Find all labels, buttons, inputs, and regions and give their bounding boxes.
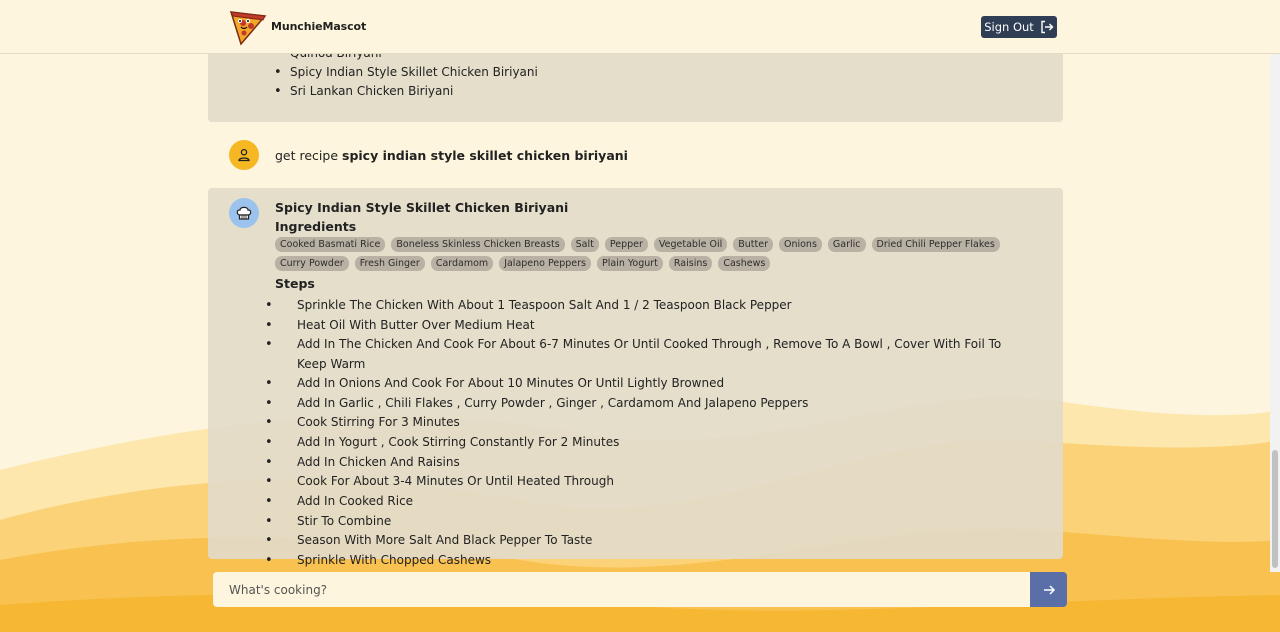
- ingredient-tag: Boneless Skinless Chicken Breasts: [391, 237, 565, 252]
- steps-heading: Steps: [275, 276, 315, 291]
- step-item: Add In Cooked Rice: [281, 492, 1021, 512]
- bot-avatar: [229, 198, 259, 228]
- chat-input[interactable]: [213, 572, 1030, 607]
- chef-hat-icon: [236, 206, 252, 220]
- app-logo[interactable]: MunchieMascot: [227, 6, 366, 46]
- step-item: Add In Onions And Cook For About 10 Minu…: [281, 374, 1021, 394]
- step-item: Cook For About 3-4 Minutes Or Until Heat…: [281, 472, 1021, 492]
- arrow-right-icon: [1043, 584, 1055, 595]
- sign-out-icon: [1041, 20, 1054, 34]
- ingredient-tag: Vegetable Oil: [653, 237, 728, 252]
- ingredients-heading: Ingredients: [275, 219, 357, 234]
- ingredient-tag: Fresh Ginger: [354, 256, 425, 271]
- step-item: Cook Stirring For 3 Minutes: [281, 413, 1021, 433]
- step-item: Add In Yogurt , Cook Stirring Constantly…: [281, 433, 1021, 453]
- step-item: Season With More Salt And Black Pepper T…: [281, 531, 1021, 551]
- ingredient-tag: Plain Yogurt: [597, 256, 663, 271]
- ingredient-tag: Butter: [733, 237, 773, 252]
- user-avatar: [229, 140, 259, 170]
- user-message-prefix: get recipe: [275, 147, 342, 163]
- user-message-text: get recipe spicy indian style skillet ch…: [275, 148, 628, 163]
- user-message-query: spicy indian style skillet chicken biriy…: [342, 147, 628, 163]
- scrollbar[interactable]: [1270, 54, 1280, 572]
- ingredient-tag: Cardamom: [430, 256, 494, 271]
- chat-area[interactable]: Quinoa Biriyani Spicy Indian Style Skill…: [0, 54, 1270, 572]
- previous-results-list: Quinoa Biriyani Spicy Indian Style Skill…: [274, 54, 538, 101]
- step-item: Sprinkle The Chicken With About 1 Teaspo…: [281, 296, 1021, 316]
- user-message: get recipe spicy indian style skillet ch…: [229, 140, 628, 170]
- ingredient-tag: Pepper: [604, 237, 648, 252]
- previous-results-card: Quinoa Biriyani Spicy Indian Style Skill…: [208, 54, 1063, 122]
- step-item: Heat Oil With Butter Over Medium Heat: [281, 316, 1021, 336]
- pizza-mascot-icon: [229, 11, 267, 46]
- ingredient-tag: Curry Powder: [275, 256, 349, 271]
- top-header: MunchieMascot Sign Out: [0, 0, 1280, 54]
- scrollbar-thumb[interactable]: [1272, 450, 1278, 568]
- ingredient-tag: Dried Chili Pepper Flakes: [871, 237, 1000, 252]
- ingredient-tag: Cooked Basmati Rice: [275, 237, 386, 252]
- app-name: MunchieMascot: [271, 19, 367, 33]
- ingredient-tag: Jalapeno Peppers: [499, 256, 591, 271]
- sign-out-label: Sign Out: [984, 20, 1034, 34]
- list-item: Sri Lankan Chicken Biriyani: [274, 82, 538, 101]
- step-item: Add In Chicken And Raisins: [281, 453, 1021, 473]
- step-item: Sprinkle With Chopped Cashews: [281, 551, 1021, 571]
- step-item: Add In Garlic , Chili Flakes , Curry Pow…: [281, 394, 1021, 414]
- list-item: Quinoa Biriyani: [274, 54, 538, 63]
- ingredient-tag: Salt: [570, 237, 599, 252]
- step-item: Add In The Chicken And Cook For About 6-…: [281, 335, 1021, 373]
- user-icon: [238, 148, 250, 162]
- sign-out-button[interactable]: Sign Out: [981, 16, 1057, 38]
- ingredient-tag: Onions: [778, 237, 822, 252]
- recipe-body: Spicy Indian Style Skillet Chicken Biriy…: [275, 200, 1045, 571]
- list-item: Spicy Indian Style Skillet Chicken Biriy…: [274, 63, 538, 82]
- ingredient-tag: Raisins: [668, 256, 713, 271]
- ingredient-tag: Cashews: [718, 256, 771, 271]
- recipe-card: Spicy Indian Style Skillet Chicken Biriy…: [208, 188, 1063, 567]
- send-button[interactable]: [1030, 572, 1067, 607]
- ingredient-tag: Garlic: [827, 237, 866, 252]
- chat-input-bar: [213, 572, 1067, 607]
- steps-list: Sprinkle The Chicken With About 1 Teaspo…: [281, 296, 1021, 571]
- step-item: Stir To Combine: [281, 512, 1021, 532]
- ingredient-tags: Cooked Basmati Rice Boneless Skinless Chi…: [275, 237, 1045, 271]
- recipe-title: Spicy Indian Style Skillet Chicken Biriy…: [275, 200, 569, 215]
